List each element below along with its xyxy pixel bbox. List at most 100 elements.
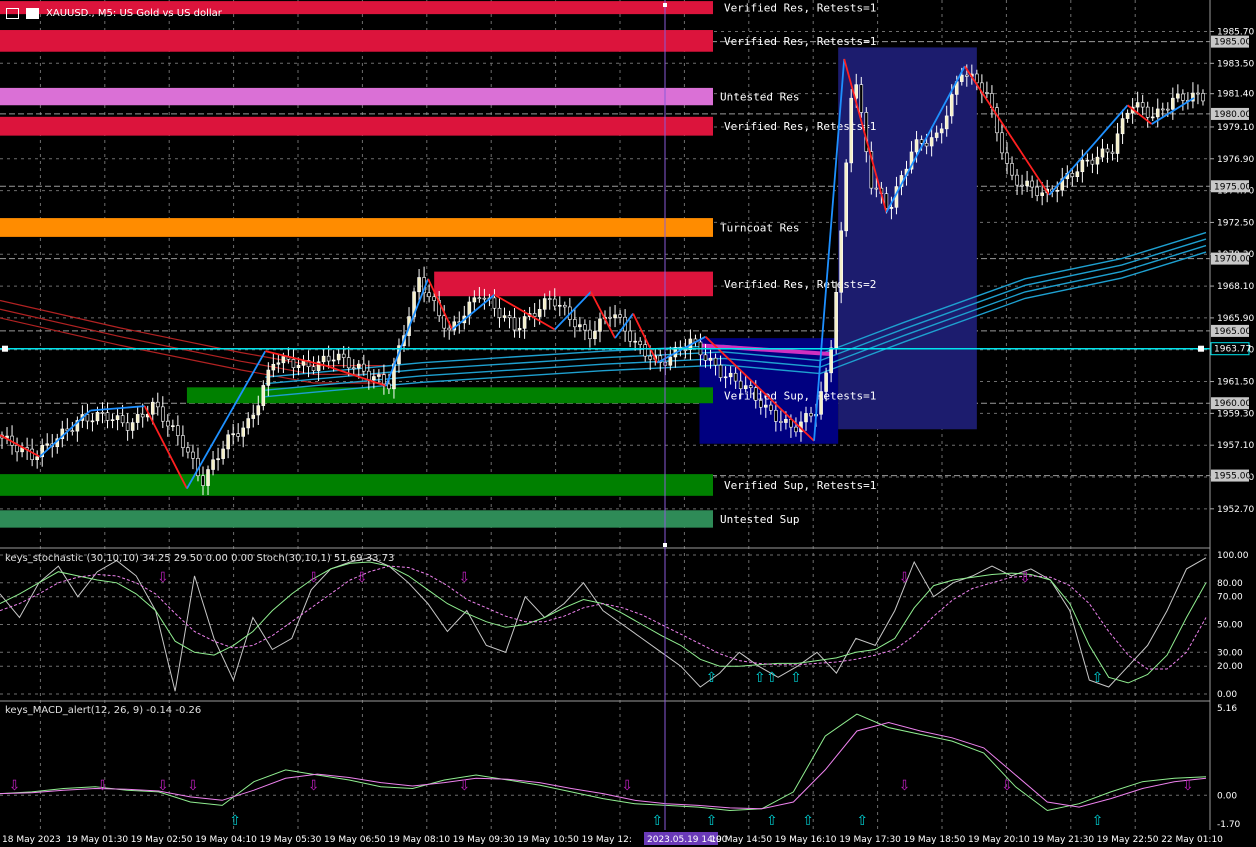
time-axis-label: 19 May 05:30 [260,835,322,845]
candle [774,409,778,422]
macd-axis-label: 5.16 [1217,704,1237,714]
zone-sup-untested[interactable] [0,510,713,528]
candle [562,304,567,308]
candle [547,298,552,300]
candle [1100,148,1105,158]
price-axis-label: 1981.40 [1217,90,1254,100]
zone-res-verified[interactable] [434,271,713,297]
candle [1075,171,1080,177]
candle [924,142,929,147]
candle [351,367,356,370]
time-axis-label: 18 May 2023 [2,835,61,845]
candle [593,331,597,340]
candle [1135,102,1140,108]
arrow-up-icon: ⇧ [766,813,778,829]
candle [1201,93,1205,102]
trading-chart-window[interactable]: Verified Res, Retests=1 Verified Res, Ret… [0,0,1256,847]
price-line-handle[interactable] [2,345,8,352]
candle [628,330,632,342]
candle [1181,93,1185,101]
arrow-up-icon: ⇧ [790,670,802,686]
candle [633,340,637,343]
zone-res-untested[interactable] [0,87,713,106]
candle [372,376,376,380]
candle [186,447,190,453]
candle [502,315,507,318]
candle [30,448,34,461]
candle [377,374,381,377]
candle [743,385,748,390]
time-axis-label: 19 May 06:50 [324,835,386,845]
stoch-axis-label: 30.00 [1217,648,1243,658]
zone-res-verified[interactable] [0,30,713,52]
candle [763,404,768,408]
candle [809,413,813,417]
candle [758,400,763,408]
candle [557,304,562,307]
candle [1155,108,1160,118]
candle [1040,192,1044,196]
candle [1035,186,1039,196]
candle [1005,152,1009,164]
candle [85,414,90,422]
time-axis-label: 19 May 04:10 [195,835,257,845]
candle [1145,106,1150,118]
price-axis-label: 1968.10 [1217,282,1254,292]
candle [1105,148,1110,153]
time-axis-label: 19 May 14:50 [710,835,772,845]
time-axis-label: 19 May 18:50 [904,835,966,845]
candle [929,137,934,147]
candle [326,355,331,362]
zone-res-turncoat[interactable] [0,218,713,237]
candle [588,329,592,340]
candle [1115,133,1120,154]
candle [1015,174,1019,186]
candle [708,357,713,361]
candle [1160,108,1165,111]
candle [291,359,296,369]
candle [1125,112,1130,119]
candle [1150,116,1155,119]
stoch-axis-label: 0.00 [1217,690,1237,700]
candle [115,415,120,420]
candle [643,344,648,357]
arrow-down-icon: ⇩ [1001,778,1013,794]
crosshair-handle-bottom[interactable] [663,543,667,547]
candle [442,315,447,329]
candle [155,401,160,408]
candle [251,414,256,419]
price-tag-label: 1975.00 [1214,182,1251,192]
candle [150,401,155,415]
chart-window-icon[interactable] [6,8,19,19]
candle [939,128,944,134]
arrow-down-icon: ⇩ [356,570,368,586]
candle [944,115,949,130]
price-axis-label: 1965.90 [1217,314,1254,324]
candle [216,458,220,461]
price-tag-label: 1960.00 [1214,399,1251,409]
zone-label: Verified Res, Retests=1 [724,2,876,15]
arrow-down-icon: ⇩ [157,570,169,586]
candle [648,355,653,360]
time-axis-label: 19 May 02:50 [131,835,193,845]
candle [537,309,542,317]
candle [1196,92,1200,95]
candle [271,363,276,371]
time-axis-label: 19 May 10:50 [517,835,579,845]
zone-sup-verified[interactable] [0,474,713,496]
candle [1000,132,1004,154]
zone-res-verified[interactable] [0,116,713,136]
candle [231,433,235,436]
price-line-handle[interactable] [1198,345,1204,352]
candle [171,425,175,427]
candle [361,363,366,372]
crosshair-handle-top[interactable] [663,3,667,7]
price-axis-label: 1952.70 [1217,505,1254,515]
candle [166,420,170,427]
candle [447,327,452,331]
candle [367,370,371,380]
zone-label: Verified Res, Retests=2 [724,278,876,291]
candle [959,74,964,82]
candle [995,107,999,134]
candle [201,475,205,486]
